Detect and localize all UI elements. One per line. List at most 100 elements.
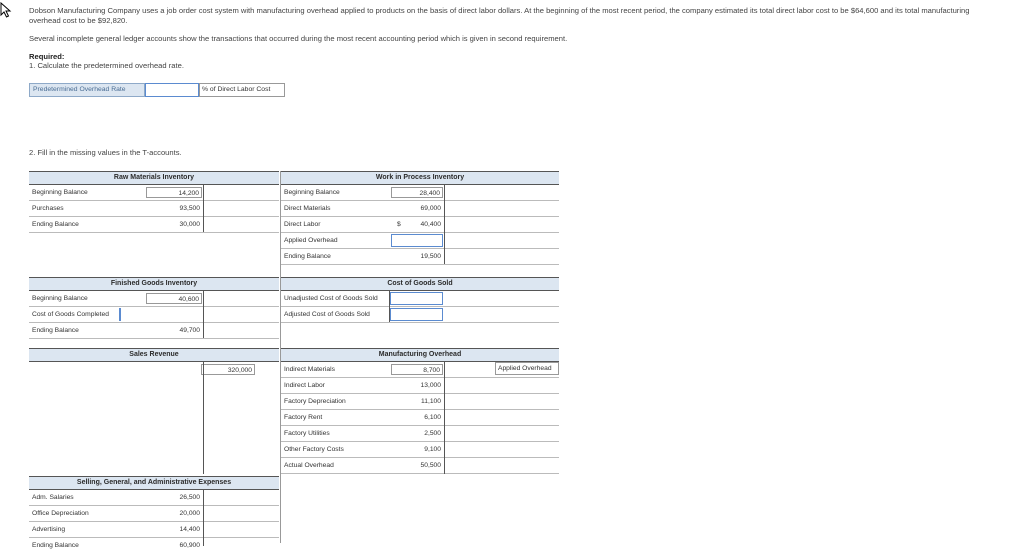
row-label: Adm. Salaries (32, 494, 74, 501)
row-value: 14,400 (179, 526, 200, 533)
row-value: 6,100 (424, 414, 441, 421)
sales-revenue-row: 320,000 (29, 362, 279, 377)
wip-title: Work in Process Inventory (281, 172, 559, 185)
row-value: 60,900 (179, 542, 200, 549)
sga-row: Advertising 14,400 (29, 522, 279, 538)
wip-row: Direct Materials 69,000 (281, 201, 559, 217)
requirement-2: 2. Fill in the missing values in the T-a… (29, 148, 182, 157)
intro-line-2: overhead cost to be $92,820. (29, 15, 128, 25)
row-label: Purchases (32, 205, 64, 212)
row-value: 69,000 (420, 205, 441, 212)
row-label: Beginning Balance (284, 189, 340, 196)
mfg-overhead-row: Factory Depreciation 11,100 (281, 394, 559, 410)
row-label: Other Factory Costs (284, 446, 344, 453)
cost-of-goods-completed-input[interactable] (119, 308, 121, 321)
row-label: Factory Rent (284, 414, 323, 421)
wip-taccount: Work in Process Inventory Beginning Bala… (281, 171, 559, 265)
row-label: Beginning Balance (32, 295, 88, 302)
row-value: 11,100 (421, 398, 441, 405)
raw-materials-taccount: Raw Materials Inventory Beginning Balanc… (29, 171, 279, 233)
raw-materials-row: Purchases 93,500 (29, 201, 279, 217)
raw-materials-row: Beginning Balance 14,200 (29, 185, 279, 201)
mouse-pointer-icon (0, 2, 12, 18)
mfg-overhead-row: Factory Utilities 2,500 (281, 426, 559, 442)
mfg-overhead-row: Other Factory Costs 9,100 (281, 442, 559, 458)
mfg-overhead-row: Actual Overhead 50,500 (281, 458, 559, 474)
intro-line-3: Several incomplete general ledger accoun… (29, 34, 568, 43)
sales-revenue-taccount: Sales Revenue 320,000 (29, 348, 279, 474)
t-divider (444, 185, 445, 264)
raw-materials-row: Ending Balance 30,000 (29, 217, 279, 233)
row-label: Office Depreciation (32, 510, 89, 517)
row-value: 26,500 (179, 494, 200, 501)
sga-taccount: Selling, General, and Administrative Exp… (29, 476, 279, 553)
cogs-row: Unadjusted Cost of Goods Sold (281, 291, 559, 307)
t-divider (389, 291, 390, 322)
row-label: Cost of Goods Completed (32, 311, 109, 318)
row-value: 50,500 (420, 462, 441, 469)
row-value: 30,000 (179, 221, 200, 228)
row-label: Unadjusted Cost of Goods Sold (284, 295, 378, 302)
adjusted-cogs-input[interactable] (390, 308, 443, 321)
row-value: 40,400 (420, 221, 441, 228)
t-divider (203, 185, 204, 232)
wip-row: Beginning Balance 28,400 (281, 185, 559, 201)
raw-materials-title: Raw Materials Inventory (29, 172, 279, 185)
wip-row: Direct Labor $ 40,400 (281, 217, 559, 233)
unadjusted-cogs-input[interactable] (390, 292, 443, 305)
predetermined-rate-row: Predetermined Overhead Rate % of Direct … (29, 83, 285, 97)
row-label: Adjusted Cost of Goods Sold (284, 311, 370, 318)
finished-goods-row: Beginning Balance 40,600 (29, 291, 279, 307)
row-label: Applied Overhead (284, 237, 338, 244)
finished-goods-taccount: Finished Goods Inventory Beginning Balan… (29, 277, 279, 339)
applied-overhead-input[interactable] (391, 234, 443, 247)
finished-goods-row: Cost of Goods Completed (29, 307, 279, 323)
mfg-overhead-title: Manufacturing Overhead (281, 349, 559, 362)
row-value: 49,700 (179, 327, 200, 334)
row-label: Beginning Balance (32, 189, 88, 196)
sga-row: Ending Balance 60,900 (29, 538, 279, 553)
cogs-taccount: Cost of Goods Sold Unadjusted Cost of Go… (281, 277, 559, 323)
requirement-1: 1. Calculate the predetermined overhead … (29, 61, 184, 70)
row-value[interactable]: 14,200 (146, 187, 202, 198)
row-label: Indirect Materials (284, 366, 335, 373)
row-label: Direct Labor (284, 221, 321, 228)
rate-label: Predetermined Overhead Rate (29, 83, 145, 97)
row-label: Ending Balance (32, 327, 79, 334)
t-divider (203, 291, 204, 338)
sga-row: Adm. Salaries 26,500 (29, 490, 279, 506)
wip-row: Ending Balance 19,500 (281, 249, 559, 265)
row-value: 9,100 (424, 446, 441, 453)
row-label: Ending Balance (32, 221, 79, 228)
row-label: Actual Overhead (284, 462, 334, 469)
sales-revenue-title: Sales Revenue (29, 349, 279, 362)
sga-row: Office Depreciation 20,000 (29, 506, 279, 522)
column-divider (280, 171, 281, 543)
intro-line-1: Dobson Manufacturing Company uses a job … (29, 6, 970, 15)
row-value[interactable]: 8,700 (391, 364, 443, 375)
row-value: 20,000 (179, 510, 200, 517)
t-divider (203, 490, 204, 546)
row-value: 13,000 (420, 382, 441, 389)
sga-title: Selling, General, and Administrative Exp… (29, 477, 279, 490)
applied-overhead-label: Applied Overhead (495, 362, 559, 375)
rate-unit-label: % of Direct Labor Cost (199, 83, 285, 97)
wip-row: Applied Overhead (281, 233, 559, 249)
row-label: Advertising (32, 526, 66, 533)
row-value[interactable]: 28,400 (391, 187, 443, 198)
row-label: Factory Utilities (284, 430, 330, 437)
problem-intro: Dobson Manufacturing Company uses a job … (29, 6, 1019, 25)
t-divider (203, 362, 204, 474)
t-divider (444, 362, 445, 474)
row-value[interactable]: 40,600 (146, 293, 202, 304)
row-label: Factory Depreciation (284, 398, 346, 405)
row-label: Ending Balance (284, 253, 331, 260)
mfg-overhead-row: Indirect Labor 13,000 (281, 378, 559, 394)
row-label: Indirect Labor (284, 382, 325, 389)
finished-goods-title: Finished Goods Inventory (29, 278, 279, 291)
mfg-overhead-row: Factory Rent 6,100 (281, 410, 559, 426)
sales-revenue-value[interactable]: 320,000 (201, 364, 255, 375)
finished-goods-row: Ending Balance 49,700 (29, 323, 279, 339)
rate-input[interactable] (145, 83, 199, 97)
cogs-title: Cost of Goods Sold (281, 278, 559, 291)
